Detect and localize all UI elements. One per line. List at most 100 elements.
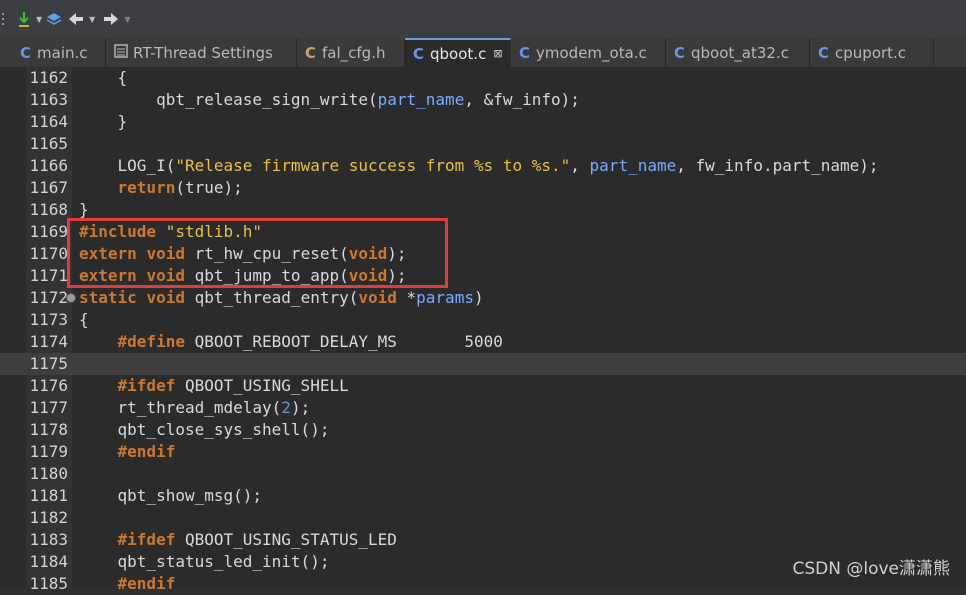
line-number: 1182 — [29, 508, 68, 527]
line-number: 1179 — [29, 442, 68, 461]
code-line[interactable]: 1170 extern void rt_hw_cpu_reset(void); — [0, 243, 966, 265]
code-line[interactable]: 1167 return(true); — [0, 177, 966, 199]
code-token: { — [79, 310, 89, 329]
chevron-down-icon[interactable]: ▼ — [36, 15, 42, 24]
code-token: void — [348, 244, 388, 263]
code-text: extern void rt_hw_cpu_reset(void); — [79, 243, 407, 265]
fold-toggle-icon[interactable] — [66, 293, 76, 303]
code-text: #define QBOOT_REBOOT_DELAY_MS 5000 — [79, 331, 503, 353]
code-token: QBOOT_REBOOT_DELAY_MS 5000 — [184, 332, 503, 351]
code-line[interactable]: 1177 rt_thread_mdelay(2); — [0, 397, 966, 419]
code-line[interactable]: 1172 static void qbt_thread_entry(void *p… — [0, 287, 966, 309]
line-number: 1170 — [29, 244, 68, 263]
watermark: CSDN @love潇潇熊 — [792, 559, 950, 579]
tab-fal-cfg-h[interactable]: C fal_cfg.h — [297, 38, 405, 67]
line-number: 1185 — [29, 574, 68, 593]
download-icon[interactable] — [17, 10, 31, 28]
code-token: } — [79, 200, 89, 219]
code-line[interactable]: 1169 #include "stdlib.h" — [0, 221, 966, 243]
code-line[interactable]: 1166 LOG_I("Release firmware success fro… — [0, 155, 966, 177]
code-token: #define — [117, 332, 185, 351]
code-text: #ifdef QBOOT_USING_SHELL — [79, 375, 349, 397]
code-line[interactable]: 1164 } — [0, 111, 966, 133]
line-number: 1172 — [29, 288, 68, 307]
code-text: return(true); — [79, 177, 243, 199]
code-token: #include — [79, 222, 157, 241]
code-token: ) — [473, 288, 484, 307]
code-token: qbt_close_sys_shell(); — [79, 420, 330, 439]
forward-history-dropdown-icon[interactable]: ▼ — [124, 15, 130, 24]
tab-label: main.c — [37, 43, 88, 62]
code-line[interactable]: 1165 — [0, 133, 966, 155]
code-line[interactable]: 1171 extern void qbt_jump_to_app(void); — [0, 265, 966, 287]
code-line[interactable]: 1168} — [0, 199, 966, 221]
code-text: #endif — [79, 573, 176, 595]
h-file-icon: C — [305, 43, 317, 62]
code-text: rt_thread_mdelay(2); — [79, 397, 311, 419]
code-line[interactable]: 1183 #ifdef QBOOT_USING_STATUS_LED — [0, 529, 966, 551]
c-file-icon: C — [519, 43, 531, 62]
code-line[interactable]: 1182 — [0, 507, 966, 529]
code-token: "Release firmware success from %s to %s.… — [175, 156, 571, 175]
editor-tab-bar: C main.c RT-Thread Settings C fal_cfg.h … — [0, 38, 966, 68]
line-number: 1174 — [29, 332, 68, 351]
forward-arrow-icon[interactable] — [103, 12, 119, 26]
code-line[interactable]: 1180 — [0, 463, 966, 485]
tab-rt-thread-settings[interactable]: RT-Thread Settings — [106, 38, 297, 67]
tab-cpuport-c[interactable]: C cpuport.c — [810, 38, 934, 67]
tab-label: fal_cfg.h — [322, 43, 386, 62]
line-number: 1168 — [29, 200, 68, 219]
tab-qboot-c[interactable]: C qboot.c ⊠ — [405, 38, 511, 67]
tab-ymodem-ota-c[interactable]: C ymodem_ota.c — [511, 38, 666, 67]
tab-label: cpuport.c — [835, 43, 907, 62]
code-editor[interactable]: 1162 {1163 qbt_release_sign_write(part_n… — [0, 67, 966, 593]
back-history-dropdown-icon[interactable]: ▼ — [89, 15, 95, 24]
code-token: #endif — [117, 574, 176, 593]
code-line[interactable]: 1181 qbt_show_msg(); — [0, 485, 966, 507]
code-token: void — [358, 288, 397, 307]
code-token: ); — [387, 244, 407, 263]
code-line[interactable]: 1163 qbt_release_sign_write(part_name, &… — [0, 89, 966, 111]
code-line[interactable]: 1162 { — [0, 67, 966, 89]
line-number: 1180 — [29, 464, 68, 483]
back-arrow-icon[interactable] — [68, 12, 84, 26]
code-token: rt_hw_cpu_reset( — [184, 244, 349, 263]
code-token: extern — [79, 244, 137, 263]
code-text: LOG_I("Release firmware success from %s … — [79, 155, 879, 177]
code-text: #endif — [79, 441, 176, 463]
code-text: } — [79, 199, 89, 221]
line-number: 1163 — [29, 90, 68, 109]
code-token: * — [396, 288, 417, 307]
code-token: part_name — [377, 90, 465, 109]
line-number: 1171 — [29, 266, 68, 285]
tab-qboot-at32-c[interactable]: C qboot_at32.c — [666, 38, 810, 67]
code-token: , — [570, 156, 590, 175]
code-token: 2 — [281, 398, 291, 417]
code-text: extern void qbt_jump_to_app(void); — [79, 265, 407, 287]
code-token: params — [416, 288, 474, 307]
layers-icon[interactable] — [46, 11, 62, 27]
code-token: qbt_status_led_init(); — [79, 552, 330, 571]
code-token: qbt_jump_to_app( — [184, 266, 349, 285]
close-icon[interactable]: ⊠ — [493, 47, 502, 60]
line-number: 1162 — [29, 68, 68, 87]
tab-main-c[interactable]: C main.c — [12, 38, 106, 67]
code-line[interactable]: 1173 { — [0, 309, 966, 331]
code-line[interactable]: 1175 — [0, 353, 966, 375]
tab-label: qboot.c — [430, 44, 487, 63]
code-token: qbt_release_sign_write( — [79, 90, 378, 109]
code-token: } — [79, 112, 128, 131]
line-number: 1178 — [29, 420, 68, 439]
code-line[interactable]: 1176 #ifdef QBOOT_USING_SHELL — [0, 375, 966, 397]
code-token: LOG_I( — [79, 156, 176, 175]
code-line[interactable]: 1179 #endif — [0, 441, 966, 463]
code-line[interactable]: 1174 #define QBOOT_REBOOT_DELAY_MS 5000 — [0, 331, 966, 353]
code-line[interactable]: 1178 qbt_close_sys_shell(); — [0, 419, 966, 441]
c-file-icon: C — [413, 44, 425, 63]
c-file-icon: C — [674, 43, 686, 62]
